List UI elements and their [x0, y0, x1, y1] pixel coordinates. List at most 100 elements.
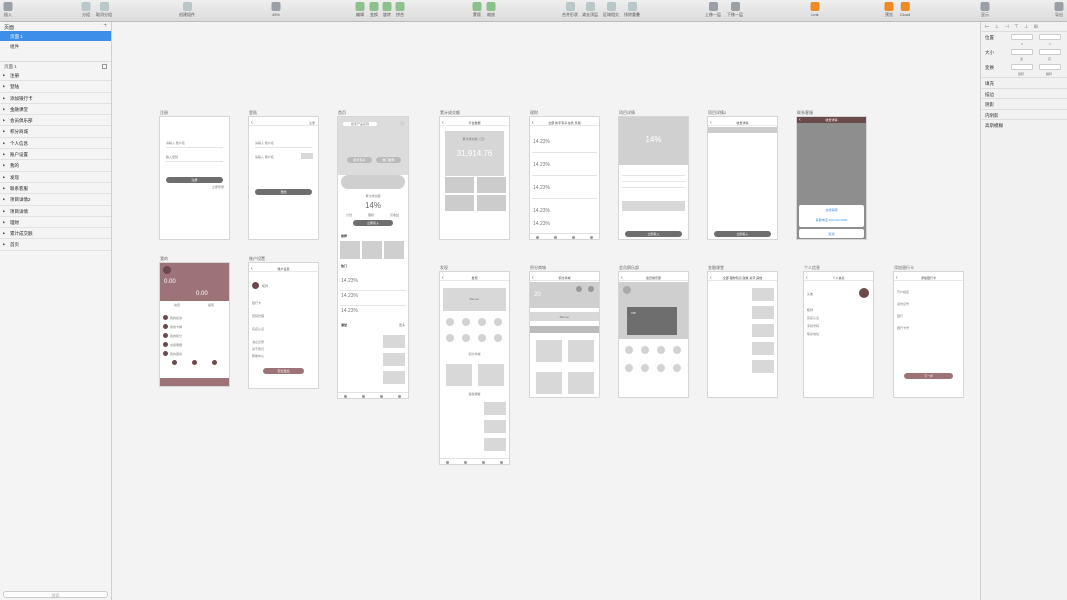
- flatten-icon: [395, 2, 405, 11]
- artboard-detail[interactable]: 14% 立即投入: [618, 116, 689, 240]
- mask-button[interactable]: 蒙版: [472, 2, 482, 18]
- export-button[interactable]: 导出: [1054, 2, 1064, 18]
- artboard-profile[interactable]: ‹ 个人信息 头像 昵称 实名认证 手机号码 联系地址: [803, 271, 874, 398]
- pages-header: 页面 +: [4, 23, 107, 31]
- backward-icon: [730, 2, 740, 11]
- artboard-mine[interactable]: 0.00 0.00 充值 提现 我的投资 我的卡券 我的积分 交易明细 我的邀请: [159, 262, 230, 387]
- artboard-register[interactable]: 请输入 账户名 输入密码 注册 立即登录: [159, 116, 230, 240]
- forward-button[interactable]: 上移一层: [705, 2, 721, 18]
- intersect-icon: [606, 2, 616, 11]
- layer-item[interactable]: 注册: [0, 70, 111, 82]
- inner-shadow-section[interactable]: 内阴影: [981, 108, 1067, 120]
- inspector-panel: ⊢ ⊥ ⊣ ⊤ ⊥ ⊞ 位置 X Y 大小 宽 高 变换 旋转 翻转 填充 描边…: [980, 22, 1067, 600]
- forward-icon: [708, 2, 718, 11]
- difference-button[interactable]: 排除重叠: [624, 2, 640, 18]
- artboard-detail2[interactable]: ‹ 收费详情 立即投入: [707, 116, 778, 240]
- layer-item[interactable]: 会员俱乐部: [0, 115, 111, 127]
- preview-button[interactable]: 预览: [884, 2, 894, 18]
- blur-section[interactable]: 高斯模糊: [981, 119, 1067, 130]
- layers-sidebar: 页面+ 页面 1 组件 页面 1 注册登陆添加银行卡金融课堂会员俱乐部积分商城个…: [0, 22, 112, 600]
- mask-icon: [472, 2, 482, 11]
- union-icon: [565, 2, 575, 11]
- layer-item[interactable]: 金融课堂: [0, 104, 111, 116]
- add-page-icon[interactable]: +: [103, 23, 107, 29]
- view-button[interactable]: 显示: [980, 2, 990, 18]
- shadow-section[interactable]: 阴影: [981, 98, 1067, 109]
- create-symbol-button[interactable]: 创建组件: [179, 2, 195, 18]
- rotate-input[interactable]: [1011, 64, 1033, 70]
- cloud-icon: [900, 2, 910, 11]
- y-input[interactable]: [1039, 34, 1061, 40]
- difference-icon: [627, 2, 637, 11]
- zoom-control[interactable]: 45%: [271, 2, 281, 17]
- back-icon: ‹: [251, 120, 253, 126]
- intersect-button[interactable]: 区域相交: [603, 2, 619, 18]
- artboard-account[interactable]: ‹ 账户设置 昵称 银行卡 密码管理 实名认证 消息记录 关于我们 帮助中心 安全…: [248, 262, 319, 389]
- plus-icon: [3, 2, 13, 11]
- view-icon: [980, 2, 990, 11]
- width-input[interactable]: [1011, 49, 1033, 55]
- align-tools[interactable]: ⊢ ⊥ ⊣ ⊤ ⊥ ⊞: [981, 22, 1067, 32]
- artboard-login[interactable]: ‹ 注册 请输入 账户名 请输入 账户名 登陆: [248, 116, 319, 240]
- artboard-classroom[interactable]: ‹ 全部 理财知识 政策 资讯 其他: [707, 271, 778, 398]
- artboard-total[interactable]: ‹ 平台数据 累计成交额（元） 31,914.76: [439, 116, 510, 240]
- layer-item[interactable]: 积分商城: [0, 126, 111, 138]
- export-icon: [1054, 2, 1064, 11]
- cloud-button[interactable]: Cloud: [900, 2, 910, 17]
- position-row: 位置 X Y: [981, 32, 1067, 47]
- ungroup-icon: [99, 2, 109, 11]
- play-icon: [884, 2, 894, 11]
- canvas[interactable]: 注册 请输入 账户名 输入密码 注册 立即登录 登陆 ‹ 注册 请输入 账户名 请…: [112, 22, 980, 600]
- page-item[interactable]: 组件: [0, 41, 111, 51]
- layer-item[interactable]: 我的: [0, 160, 111, 172]
- rate-value: 14%: [364, 201, 381, 210]
- rotate-button[interactable]: 旋转: [382, 2, 392, 18]
- edit-button[interactable]: 编辑: [355, 2, 365, 18]
- username-field: 请输入 账户名: [255, 141, 274, 145]
- layer-item[interactable]: 累计成交额: [0, 228, 111, 240]
- group-button[interactable]: 分组: [81, 2, 91, 18]
- scale-button[interactable]: 缩放: [486, 2, 496, 18]
- height-input[interactable]: [1039, 49, 1061, 55]
- edit-icon: [355, 2, 365, 11]
- username-field: 请输入 账户名: [166, 141, 185, 145]
- insert-button[interactable]: 插入: [3, 2, 13, 18]
- artboard-discover[interactable]: ‹ 发现 Banner 积分商城 金融课堂: [439, 271, 510, 465]
- login-button: 登陆: [255, 189, 312, 195]
- fill-section[interactable]: 填充: [981, 77, 1067, 88]
- link-button[interactable]: Link: [810, 2, 820, 17]
- nav-bar: ‹ 注册: [249, 120, 318, 126]
- ungroup-button[interactable]: 取消分组: [96, 2, 112, 18]
- subtract-button[interactable]: 减去顶层: [582, 2, 598, 18]
- layer-item[interactable]: 个人信息: [0, 138, 111, 150]
- artboard-finance[interactable]: ‹ 全部 新手专享 在售 售罄 14.23% 14.23% 14.23% 14.2…: [529, 116, 600, 240]
- layer-search-input[interactable]: 搜索: [3, 591, 108, 598]
- artboard-club[interactable]: ‹ 会员俱乐部 VIP: [618, 271, 689, 398]
- artboard-bankcard[interactable]: ‹ 添加银行卡 开户姓名 身份证号 银行 银行卡号 下一步: [893, 271, 964, 398]
- magnifier-icon: [271, 2, 281, 11]
- symbol-icon: [182, 2, 192, 11]
- layer-item[interactable]: 登陆: [0, 81, 111, 93]
- layer-item[interactable]: 理财: [0, 217, 111, 229]
- layer-item[interactable]: 首页: [0, 239, 111, 251]
- password-field: 输入密码: [166, 155, 179, 159]
- layer-item[interactable]: 联系客服: [0, 183, 111, 195]
- artboard-points[interactable]: ‹ 积分商城 20 Banner: [529, 271, 600, 398]
- layer-item[interactable]: 项目详情: [0, 206, 111, 217]
- page-item[interactable]: 页面 1: [0, 31, 111, 41]
- backward-button[interactable]: 下移一层: [727, 2, 743, 18]
- layer-item[interactable]: 发现: [0, 172, 111, 183]
- layer-item[interactable]: 账户设置: [0, 149, 111, 161]
- artboard-home[interactable]: 搜索产品名称 新手专享 热门推荐 累计成交额 14% 计划 理财 高收益 立即投…: [337, 116, 409, 399]
- artboard-service[interactable]: ‹ 收费详情 在线客服 客服电话 400-000-0000 取消: [796, 116, 867, 240]
- collapse-icon[interactable]: [102, 64, 107, 69]
- layer-list: 注册登陆添加银行卡金融课堂会员俱乐部积分商城个人信息账户设置我的发现联系客服项目…: [0, 70, 111, 251]
- layer-item[interactable]: 添加银行卡: [0, 93, 111, 104]
- flip-control[interactable]: [1039, 64, 1061, 70]
- transform-button[interactable]: 变换: [369, 2, 379, 18]
- x-input[interactable]: [1011, 34, 1033, 40]
- union-button[interactable]: 合并形状: [562, 2, 578, 18]
- layer-item[interactable]: 项目详情2: [0, 194, 111, 206]
- border-section[interactable]: 描边: [981, 87, 1067, 99]
- flatten-button[interactable]: 拼合: [395, 2, 405, 18]
